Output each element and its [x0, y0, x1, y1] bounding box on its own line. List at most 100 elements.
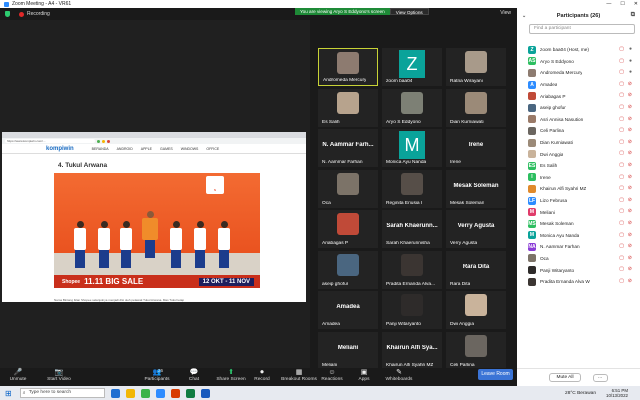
zoom-taskbar-icon[interactable]: [155, 388, 165, 398]
participant-video-tile[interactable]: Oca: [318, 169, 378, 208]
participant-row[interactable]: Andromeda Mercury ▢ ●: [517, 67, 640, 79]
participant-name: Khairun Alfi Syahri MZ: [540, 186, 587, 192]
taskbar-clock[interactable]: 6:51 PM 10/13/2022: [606, 388, 628, 398]
participant-row[interactable]: NA N. Aammar Farhan ▢ ⊘: [517, 241, 640, 253]
participant-video-tile[interactable]: M Monica Ayu Nanda: [382, 129, 442, 167]
start-video-button[interactable]: 📷 Start Video: [40, 368, 78, 386]
participant-avatar: [528, 266, 536, 275]
participant-video-tile[interactable]: Amadea Amadea: [318, 291, 378, 329]
more-options-button[interactable]: ···: [592, 373, 608, 382]
whiteboards-button[interactable]: ✎ Whiteboards: [380, 368, 418, 386]
participant-row[interactable]: LF Lizo Februsa ▢ ⊘: [517, 195, 640, 207]
security-shield-icon[interactable]: [5, 11, 10, 17]
participant-search-input[interactable]: Find a participant: [529, 24, 635, 34]
participant-avatar: M: [528, 208, 536, 217]
participant-video-tile[interactable]: Meliani Meliani: [318, 331, 378, 370]
participant-video-tile[interactable]: aseip ghofur: [318, 250, 378, 289]
video-off-icon: ▢: [619, 208, 624, 215]
apps-button[interactable]: ▣ Apps: [350, 368, 378, 386]
participant-row[interactable]: Dwi Anggia ▢ ⊘: [517, 148, 640, 160]
participant-video-tile[interactable]: Reginita Eriusia I: [382, 169, 442, 208]
participant-row[interactable]: Celi Parlina ▢ ⊘: [517, 125, 640, 137]
windows-start-icon[interactable]: ⊞: [5, 389, 12, 398]
toolbar-label: Share Screen: [216, 377, 246, 382]
mic-muted-icon: ⊘: [627, 161, 632, 168]
toolbar-label: Breakout Rooms: [281, 377, 317, 382]
participant-row[interactable]: Dian Kurniawati ▢ ⊘: [517, 137, 640, 149]
extension-icon: [102, 139, 105, 143]
participant-video-tile[interactable]: Khairun Alfi Sya... Khairun Alfi Syahri M…: [382, 331, 442, 370]
record-button[interactable]: ⏺ Record: [248, 368, 276, 386]
taskbar-search-input[interactable]: Type here to search: [19, 388, 105, 398]
participant-video-tile[interactable]: N. Aammar Farh... N. Aammar Farhan: [318, 129, 378, 167]
participant-video-tile[interactable]: Dian Kurniawati: [446, 88, 506, 127]
window-title: Zoom Meeting - A4 - VR61: [12, 1, 72, 7]
participant-row[interactable]: M Monica Ayu Nanda ▢ ⊘: [517, 230, 640, 242]
excel-icon[interactable]: [185, 388, 195, 398]
participant-video-tile[interactable]: Irene Irene: [446, 129, 506, 167]
chevron-down-icon[interactable]: ⌄: [522, 13, 526, 19]
minimize-button[interactable]: —: [606, 0, 611, 8]
task-view-icon[interactable]: [110, 388, 120, 398]
participant-video-tile[interactable]: Mesak Soleman Mesak Soleman: [446, 169, 506, 208]
file-explorer-icon[interactable]: [125, 388, 135, 398]
mute-all-button[interactable]: Mute All: [549, 373, 581, 382]
participant-video-tile[interactable]: Zzoom baa04: [382, 48, 442, 86]
participant-video-tile[interactable]: Verry Agusta Verry Agusta: [446, 210, 506, 248]
participant-row[interactable]: Zzoom baa04 (Host, me) ▢ ●: [517, 44, 640, 56]
participant-video-tile[interactable]: Es Salih: [318, 88, 378, 127]
word-icon[interactable]: [200, 388, 210, 398]
participant-video-tile[interactable]: Celi Parlina: [446, 331, 506, 370]
chat-button[interactable]: 💬 Chat: [180, 368, 208, 386]
site-nav-item: WINDOWS: [180, 146, 199, 151]
chrome-icon[interactable]: [140, 388, 150, 398]
participant-video-tile[interactable]: Sarah Khaerunn... Sarah Khaerunnisha: [382, 210, 442, 248]
participant-display-name: Sarah Khaerunn...: [386, 223, 438, 229]
participants-button[interactable]: 26 👥 Participants: [138, 368, 176, 386]
leave-room-button[interactable]: Leave Room: [478, 369, 513, 380]
participant-video-tile[interactable]: Panji Witaryanto: [382, 291, 442, 329]
participant-row[interactable]: AS Aryo S Eddyono ▢ ●: [517, 56, 640, 68]
participant-name-label: Oca: [322, 200, 331, 206]
participant-row[interactable]: Asri Annisa Nasution ▢ ⊘: [517, 114, 640, 126]
participant-video-feed: [465, 91, 487, 114]
participant-video-tile[interactable]: Ratna Wirayani: [446, 48, 506, 86]
participant-avatar: [528, 254, 536, 263]
participant-avatar: NA: [528, 242, 536, 251]
close-button[interactable]: ✕: [634, 0, 638, 8]
mic-muted-icon: ⊘: [627, 266, 632, 273]
participant-row[interactable]: Khairun Alfi Syahri MZ ▢ ⊘: [517, 183, 640, 195]
participant-row[interactable]: Oca ▢ ⊘: [517, 253, 640, 265]
popout-icon[interactable]: ⧉: [631, 12, 635, 19]
breakout-rooms-button[interactable]: ▦ Breakout Rooms: [280, 368, 318, 386]
participant-row[interactable]: aseip ghofur ▢ ⊘: [517, 102, 640, 114]
participant-row[interactable]: ES Es Salih ▢ ⊘: [517, 160, 640, 172]
maximize-button[interactable]: ☐: [620, 0, 624, 8]
reactions-button[interactable]: ☺ Reactions: [318, 368, 346, 386]
participant-avatar: M: [399, 131, 425, 159]
participant-row[interactable]: Ariabagas P ▢ ⊘: [517, 90, 640, 102]
participant-video-feed: [337, 213, 359, 235]
participant-video-feed: [401, 253, 423, 276]
participant-video-tile[interactable]: Dwi Anggia: [446, 291, 506, 329]
share-screen-button[interactable]: ⬆ Share Screen: [212, 368, 250, 386]
participant-video-tile[interactable]: Andromeda Mercury: [318, 48, 378, 86]
participant-name-label: Ratna Wirayani: [450, 79, 483, 84]
participant-row[interactable]: Panji Witaryanto ▢ ⊘: [517, 264, 640, 276]
participant-row[interactable]: Pradita Ernanda Alva W ▢ ⊘: [517, 276, 640, 288]
participant-video-tile[interactable]: Pradita Ernanda Alva...: [382, 250, 442, 289]
view-button[interactable]: View: [500, 10, 511, 16]
office-icon[interactable]: [170, 388, 180, 398]
view-options-button[interactable]: View Options: [389, 8, 429, 15]
participant-avatar: Z: [528, 45, 536, 54]
mic-muted-icon: ⊘: [627, 127, 632, 134]
weather-widget[interactable]: 28°C Berawan: [565, 391, 596, 396]
participant-row[interactable]: MS Mesak Soleman ▢ ⊘: [517, 218, 640, 230]
participant-video-tile[interactable]: Ariabagas P: [318, 210, 378, 248]
participant-row[interactable]: M Meliani ▢ ⊘: [517, 206, 640, 218]
unmute-button[interactable]: 🎤 Unmute: [4, 368, 32, 386]
participant-row[interactable]: I Irene ▢ ⊘: [517, 172, 640, 184]
participant-video-tile[interactable]: Aryo S Eddyono: [382, 88, 442, 127]
participant-row[interactable]: A Amadea ▢ ⊘: [517, 79, 640, 91]
participant-video-tile[interactable]: Rara Dita Rara Dita: [446, 250, 506, 289]
